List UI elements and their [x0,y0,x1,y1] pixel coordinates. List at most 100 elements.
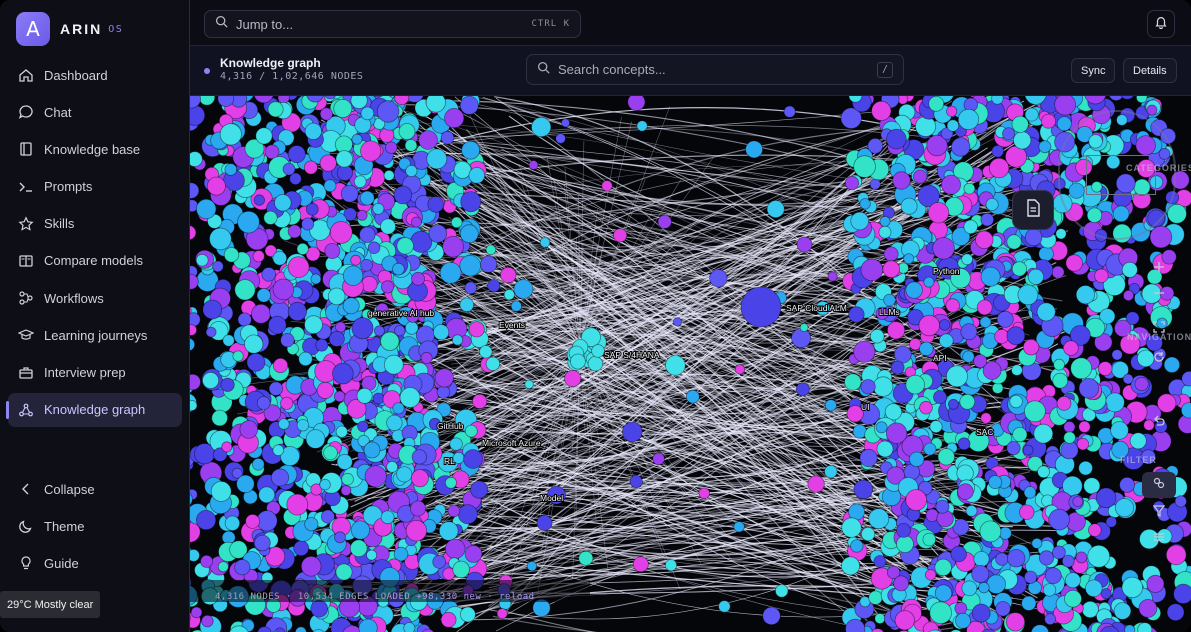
graph-node[interactable] [296,419,310,432]
graph-node[interactable] [1097,361,1113,377]
graph-node[interactable] [433,324,450,341]
graph-node[interactable] [1056,395,1072,411]
graph-node[interactable] [444,108,465,129]
graph-node[interactable] [300,555,322,577]
graph-node[interactable] [263,210,278,225]
graph-node[interactable] [1105,392,1125,413]
graph-node[interactable] [451,334,464,346]
graph-node[interactable] [442,235,464,258]
graph-node[interactable] [868,508,890,530]
graph-node[interactable] [1051,265,1065,279]
graph-node[interactable] [980,412,992,424]
details-button[interactable]: Details [1123,58,1177,83]
graph-node[interactable] [850,211,869,231]
graph-node[interactable] [1078,460,1093,476]
graph-node[interactable] [439,261,462,284]
graph-node[interactable] [860,379,876,395]
graph-node[interactable] [957,483,974,500]
graph-node[interactable] [578,550,594,566]
graph-node[interactable] [237,312,252,327]
graph-node[interactable] [205,326,217,338]
graph-node[interactable] [232,350,244,362]
graph-node[interactable] [1063,431,1076,444]
graph-node[interactable] [536,514,553,531]
graph-node[interactable] [272,251,288,266]
graph-node[interactable] [762,606,781,626]
graph-node[interactable] [955,612,972,629]
graph-node[interactable] [1021,595,1037,611]
graph-node[interactable] [976,299,993,316]
graph-node[interactable] [479,255,498,273]
graph-node[interactable] [287,256,310,279]
sidebar-item-knowledge-base[interactable]: Knowledge base [8,132,182,166]
graph-node[interactable] [1075,285,1096,305]
reset-view-button[interactable] [1142,346,1176,372]
sidebar-item-theme[interactable]: Theme [8,509,182,543]
graph-node[interactable] [245,513,260,529]
graph-node[interactable] [740,286,782,328]
graph-node[interactable] [461,140,481,160]
graph-node[interactable] [359,190,375,206]
graph-node[interactable] [934,558,952,577]
graph-node[interactable] [304,315,323,335]
graph-node[interactable] [383,169,395,181]
graph-node[interactable] [1006,234,1022,250]
sidebar-item-prompts[interactable]: Prompts [8,170,182,204]
graph-node[interactable] [627,96,646,111]
graph-node[interactable] [1078,377,1100,399]
undo-button[interactable] [1142,410,1176,436]
graph-node[interactable] [665,355,686,376]
graph-node[interactable] [912,169,928,184]
graph-node[interactable] [496,608,508,620]
graph-node[interactable] [445,538,466,560]
graph-node[interactable] [927,201,950,224]
graph-node[interactable] [1017,284,1039,306]
graph-node[interactable] [853,340,876,363]
graph-node[interactable] [200,554,214,568]
graph-node[interactable] [745,140,763,159]
graph-node[interactable] [463,449,483,469]
graph-node[interactable] [190,182,200,199]
graph-node[interactable] [217,561,229,573]
graph-node[interactable] [434,368,454,388]
graph-node[interactable] [351,133,363,145]
graph-node[interactable] [827,271,838,282]
graph-node[interactable] [459,224,479,244]
graph-node[interactable] [350,520,370,540]
graph-node[interactable] [962,350,975,363]
link-mode-button[interactable] [1142,472,1176,498]
graph-node[interactable] [268,381,284,396]
graph-node[interactable] [886,321,906,340]
graph-node[interactable] [876,440,894,458]
graph-node[interactable] [190,400,198,411]
graph-node[interactable] [860,258,884,282]
graph-node[interactable] [892,171,911,190]
graph-node[interactable] [951,137,971,157]
graph-node[interactable] [555,133,566,144]
graph-node[interactable] [329,220,353,244]
graph-node[interactable] [905,374,925,395]
graph-node[interactable] [564,369,582,388]
graph-node[interactable] [1063,340,1079,356]
graph-node[interactable] [335,321,347,333]
graph-node[interactable] [333,390,346,403]
graph-node[interactable] [427,196,445,213]
graph-node[interactable] [946,119,960,132]
graph-node[interactable] [867,138,884,154]
graph-node[interactable] [1023,570,1038,584]
graph-node[interactable] [957,437,971,451]
graph-node[interactable] [923,276,935,288]
graph-node[interactable] [436,385,451,399]
graph-node[interactable] [893,345,912,364]
graph-node[interactable] [890,360,905,375]
graph-node[interactable] [190,225,197,241]
graph-node[interactable] [190,151,203,167]
graph-node[interactable] [405,164,418,178]
graph-node[interactable] [933,390,948,405]
graph-node[interactable] [698,487,711,500]
graph-node[interactable] [223,247,240,263]
graph-node[interactable] [440,130,455,145]
graph-node[interactable] [848,306,865,323]
graph-node[interactable] [196,198,217,220]
graph-node[interactable] [255,127,273,145]
